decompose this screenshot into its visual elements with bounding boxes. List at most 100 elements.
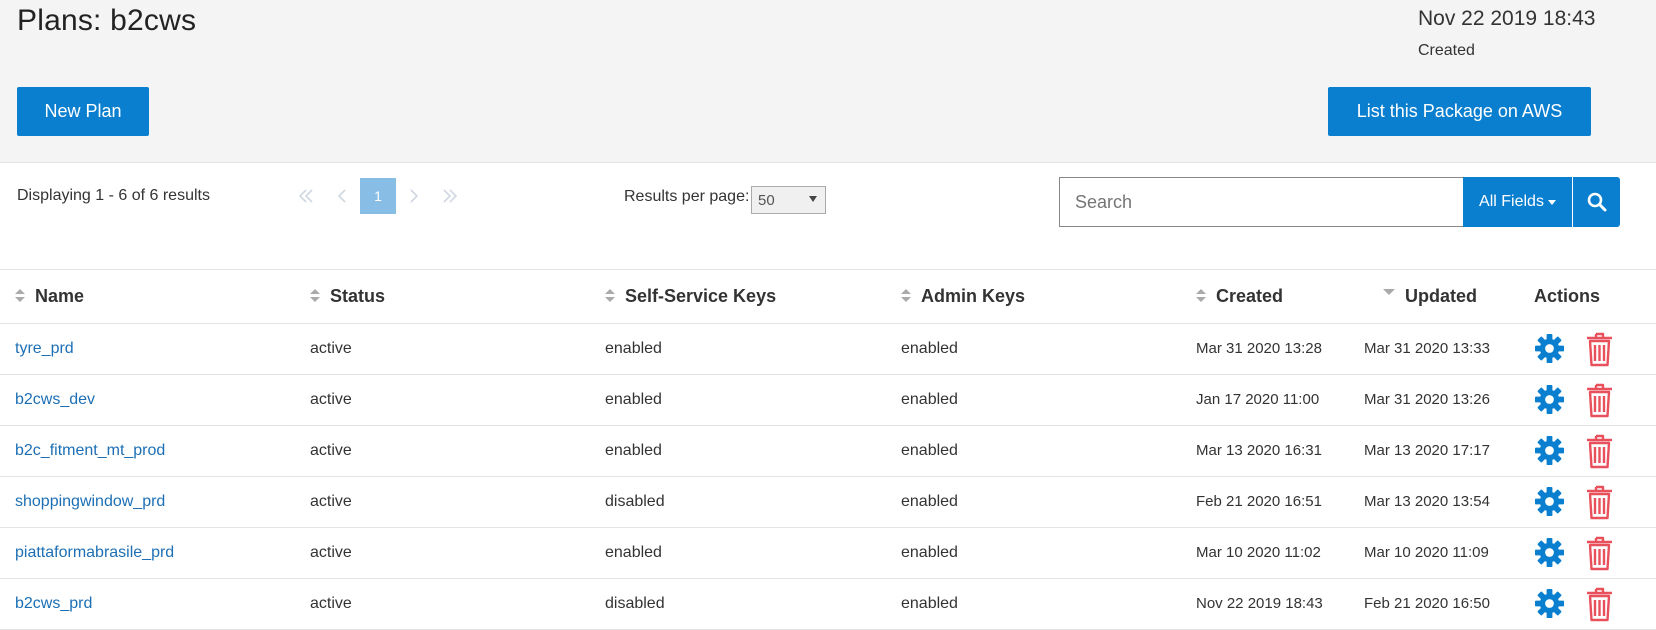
results-per-page-select[interactable]: 50 (751, 186, 826, 214)
updated-cell: Mar 31 2020 13:33 (1361, 323, 1526, 375)
search-input[interactable] (1059, 177, 1464, 227)
double-chevron-left-icon (298, 189, 313, 203)
gear-icon[interactable] (1534, 435, 1565, 466)
gear-icon[interactable] (1534, 384, 1565, 415)
last-page-button[interactable] (432, 178, 468, 214)
gear-icon[interactable] (1534, 537, 1565, 568)
created-cell: Feb 21 2020 16:51 (1181, 476, 1361, 528)
gear-icon[interactable] (1534, 333, 1565, 364)
table-header-row: Name Status Self-Service Keys Admin Keys… (0, 271, 1656, 324)
trash-icon[interactable] (1585, 535, 1614, 571)
sort-icon (605, 289, 615, 303)
actions-cell (1526, 578, 1656, 630)
created-date: Nov 22 2019 18:43 (1418, 7, 1596, 30)
trash-icon[interactable] (1585, 484, 1614, 520)
search-button[interactable] (1573, 177, 1620, 227)
column-header-created[interactable]: Created (1181, 271, 1361, 324)
chevron-left-icon (337, 189, 346, 203)
name-cell: tyre_prd (0, 323, 295, 375)
column-header-updated[interactable]: Updated (1361, 271, 1526, 324)
name-cell: b2cws_dev (0, 374, 295, 426)
column-header-self-service-keys[interactable]: Self-Service Keys (590, 271, 886, 324)
created-cell: Nov 22 2019 18:43 (1181, 578, 1361, 630)
plan-name-link[interactable]: piattaformabrasile_prd (15, 544, 174, 561)
results-count: Displaying 1 - 6 of 6 results (17, 187, 210, 204)
first-page-button[interactable] (288, 178, 324, 214)
chevron-down-icon (809, 196, 817, 202)
plan-name-link[interactable]: b2c_fitment_mt_prod (15, 442, 165, 459)
updated-cell: Mar 13 2020 13:54 (1361, 476, 1526, 528)
self-service-keys-cell: enabled (590, 425, 886, 477)
plan-name-link[interactable]: b2cws_prd (15, 595, 92, 612)
caret-down-icon (1547, 199, 1556, 205)
prev-page-button[interactable] (324, 178, 360, 214)
admin-keys-cell: enabled (886, 527, 1181, 579)
column-header-status[interactable]: Status (295, 271, 590, 324)
actions-cell (1526, 476, 1656, 528)
updated-cell: Feb 21 2020 16:50 (1361, 578, 1526, 630)
updated-cell: Mar 31 2020 13:26 (1361, 374, 1526, 426)
page-title: Plans: b2cws (17, 4, 197, 37)
status-cell: active (295, 425, 590, 477)
sort-icon (1196, 289, 1206, 303)
results-per-page-value: 50 (758, 191, 775, 209)
self-service-keys-cell: disabled (590, 578, 886, 630)
created-cell: Jan 17 2020 11:00 (1181, 374, 1361, 426)
admin-keys-cell: enabled (886, 476, 1181, 528)
table-row: b2cws_prd active disabled enabled Nov 22… (0, 578, 1656, 630)
chevron-right-icon (410, 189, 419, 203)
updated-cell: Mar 10 2020 11:09 (1361, 527, 1526, 579)
sort-icon (901, 289, 911, 303)
actions-cell (1526, 425, 1656, 477)
admin-keys-cell: enabled (886, 578, 1181, 630)
actions-cell (1526, 374, 1656, 426)
name-cell: b2c_fitment_mt_prod (0, 425, 295, 477)
table-row: b2c_fitment_mt_prod active enabled enabl… (0, 425, 1656, 477)
status-cell: active (295, 374, 590, 426)
admin-keys-cell: enabled (886, 323, 1181, 375)
created-label: Created (1418, 42, 1475, 59)
page-1-button[interactable]: 1 (360, 178, 396, 214)
plan-name-link[interactable]: tyre_prd (15, 340, 74, 357)
trash-icon[interactable] (1585, 331, 1614, 367)
plan-name-link[interactable]: shoppingwindow_prd (15, 493, 165, 510)
double-chevron-right-icon (443, 189, 458, 203)
status-cell: active (295, 578, 590, 630)
search-fields-dropdown[interactable]: All Fields (1463, 177, 1572, 227)
pagination: 1 (288, 178, 468, 214)
list-on-aws-button[interactable]: List this Package on AWS (1328, 87, 1591, 136)
column-header-admin-keys[interactable]: Admin Keys (886, 271, 1181, 324)
sort-icon (15, 289, 25, 303)
created-cell: Mar 31 2020 13:28 (1181, 323, 1361, 375)
self-service-keys-cell: enabled (590, 374, 886, 426)
results-per-page-label: Results per page: (624, 188, 750, 205)
trash-icon[interactable] (1585, 586, 1614, 622)
page-header: Plans: b2cws Nov 22 2019 18:43 Created N… (0, 0, 1656, 163)
created-cell: Mar 13 2020 16:31 (1181, 425, 1361, 477)
trash-icon[interactable] (1585, 433, 1614, 469)
name-cell: shoppingwindow_prd (0, 476, 295, 528)
new-plan-button[interactable]: New Plan (17, 87, 149, 136)
table-row: tyre_prd active enabled enabled Mar 31 2… (0, 323, 1656, 375)
results-toolbar: Displaying 1 - 6 of 6 results 1 Results … (0, 164, 1656, 270)
table-row: shoppingwindow_prd active disabled enabl… (0, 476, 1656, 528)
admin-keys-cell: enabled (886, 425, 1181, 477)
table-row: piattaformabrasile_prd active enabled en… (0, 527, 1656, 579)
trash-icon[interactable] (1585, 382, 1614, 418)
gear-icon[interactable] (1534, 588, 1565, 619)
name-cell: piattaformabrasile_prd (0, 527, 295, 579)
gear-icon[interactable] (1534, 486, 1565, 517)
sort-descending-icon (1383, 287, 1395, 301)
self-service-keys-cell: disabled (590, 476, 886, 528)
search-fields-label: All Fields (1479, 193, 1544, 210)
self-service-keys-cell: enabled (590, 527, 886, 579)
name-cell: b2cws_prd (0, 578, 295, 630)
plan-name-link[interactable]: b2cws_dev (15, 391, 95, 408)
status-cell: active (295, 323, 590, 375)
next-page-button[interactable] (396, 178, 432, 214)
created-cell: Mar 10 2020 11:02 (1181, 527, 1361, 579)
column-header-name[interactable]: Name (0, 271, 295, 324)
search-icon (1587, 192, 1606, 212)
updated-cell: Mar 13 2020 17:17 (1361, 425, 1526, 477)
status-cell: active (295, 527, 590, 579)
